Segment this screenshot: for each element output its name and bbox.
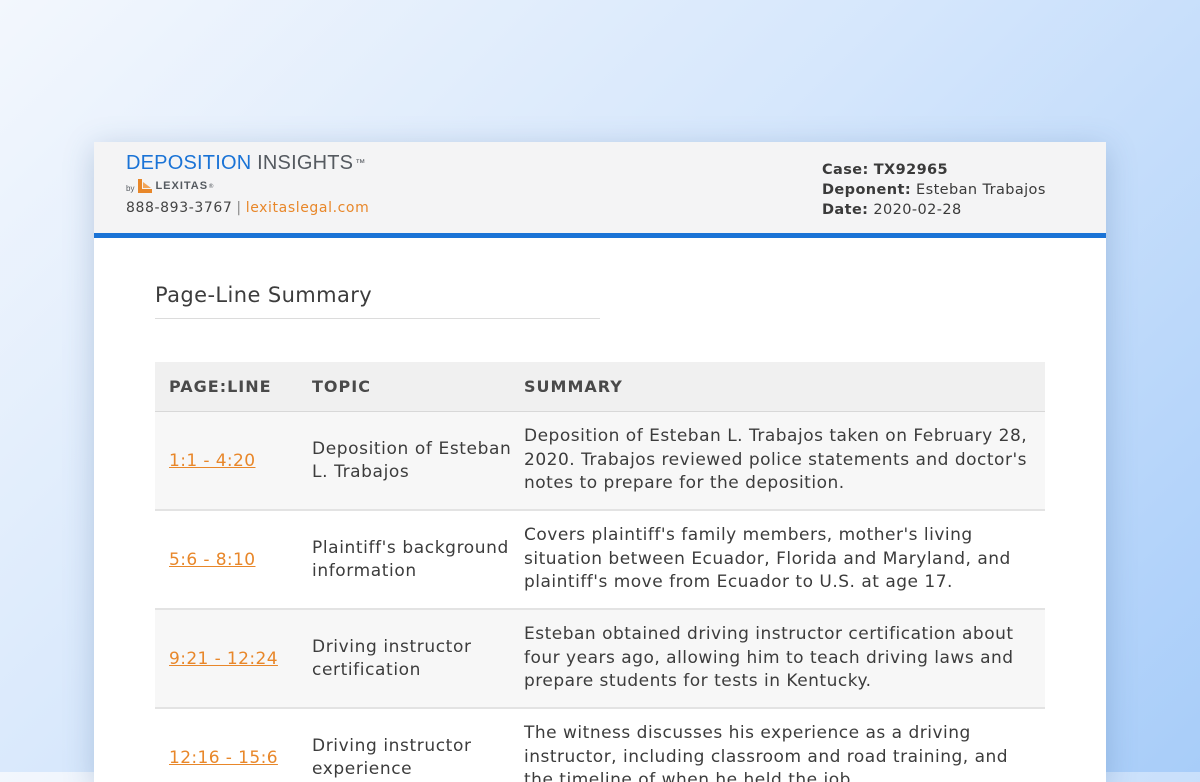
date-value: 2020-02-28 (873, 202, 962, 218)
case-label: Case: (822, 162, 869, 178)
contact-separator: | (236, 200, 242, 216)
summary-cell: The witness discusses his experience as … (524, 723, 1009, 782)
topic-cell: Deposition of Esteban L. Trabajos (312, 438, 512, 482)
document-header: DEPOSITION INSIGHTS ™ by LEXITAS ® 888-893… (94, 142, 1106, 238)
phone-number[interactable]: 888-893-3767 (126, 200, 232, 216)
website-link[interactable]: lexitaslegal.com (246, 200, 370, 216)
brand-name-secondary: INSIGHTS (257, 152, 354, 174)
company-registered-mark: ® (208, 182, 215, 190)
page-line-link[interactable]: 1:1 - 4:20 (169, 451, 255, 471)
page-line-link[interactable]: 5:6 - 8:10 (169, 550, 255, 570)
table-row: 9:21 - 12:24 Driving instructor certific… (155, 610, 1045, 709)
summary-cell: Deposition of Esteban L. Trabajos taken … (524, 426, 1028, 494)
deponent-label: Deponent: (822, 182, 912, 198)
trademark-symbol: ™ (355, 158, 366, 169)
deponent-value: Esteban Trabajos (916, 182, 1046, 198)
date-label: Date: (822, 202, 869, 218)
table-header: PAGE:LINE TOPIC SUMMARY (155, 362, 1045, 412)
summary-cell: Esteban obtained driving instructor cert… (524, 624, 1014, 692)
topic-cell: Driving instructor certification (312, 636, 472, 680)
lexitas-logo-icon (138, 179, 153, 193)
contact-line: 888-893-3767 | lexitaslegal.com (126, 200, 369, 216)
topic-cell: Driving instructor experience (312, 735, 472, 779)
page-line-link[interactable]: 9:21 - 12:24 (169, 649, 278, 669)
brand-block: DEPOSITION INSIGHTS ™ by LEXITAS ® 888-893… (126, 151, 369, 216)
page-line-link[interactable]: 12:16 - 15:6 (169, 748, 278, 768)
date-row: Date: 2020-02-28 (822, 200, 1046, 220)
case-value: TX92965 (873, 162, 949, 178)
company-name: LEXITAS (155, 180, 209, 192)
summary-cell: Covers plaintiff's family members, mothe… (524, 525, 1011, 593)
brand-byline: by LEXITAS ® (126, 177, 369, 195)
case-row: Case: TX92965 (822, 160, 1046, 180)
section-title-divider (155, 318, 600, 319)
table-row: 1:1 - 4:20 Deposition of Esteban L. Trab… (155, 412, 1045, 511)
header-summary: SUMMARY (524, 377, 623, 396)
brand-logo: DEPOSITION INSIGHTS ™ (126, 151, 369, 175)
header-topic: TOPIC (312, 377, 371, 396)
section-title: Page-Line Summary (155, 283, 373, 307)
topic-cell: Plaintiff's background information (312, 537, 509, 581)
deponent-row: Deponent: Esteban Trabajos (822, 180, 1046, 200)
brand-name-primary: DEPOSITION (126, 152, 252, 174)
header-page-line: PAGE:LINE (169, 377, 272, 396)
table-row: 12:16 - 15:6 Driving instructor experien… (155, 709, 1045, 782)
summary-table: PAGE:LINE TOPIC SUMMARY 1:1 - 4:20 Depos… (155, 362, 1045, 782)
byline-by: by (126, 183, 135, 193)
table-row: 5:6 - 8:10 Plaintiff's background inform… (155, 511, 1045, 610)
document-page: DEPOSITION INSIGHTS ™ by LEXITAS ® 888-893… (94, 142, 1106, 782)
case-info: Case: TX92965 Deponent: Esteban Trabajos… (822, 160, 1046, 220)
